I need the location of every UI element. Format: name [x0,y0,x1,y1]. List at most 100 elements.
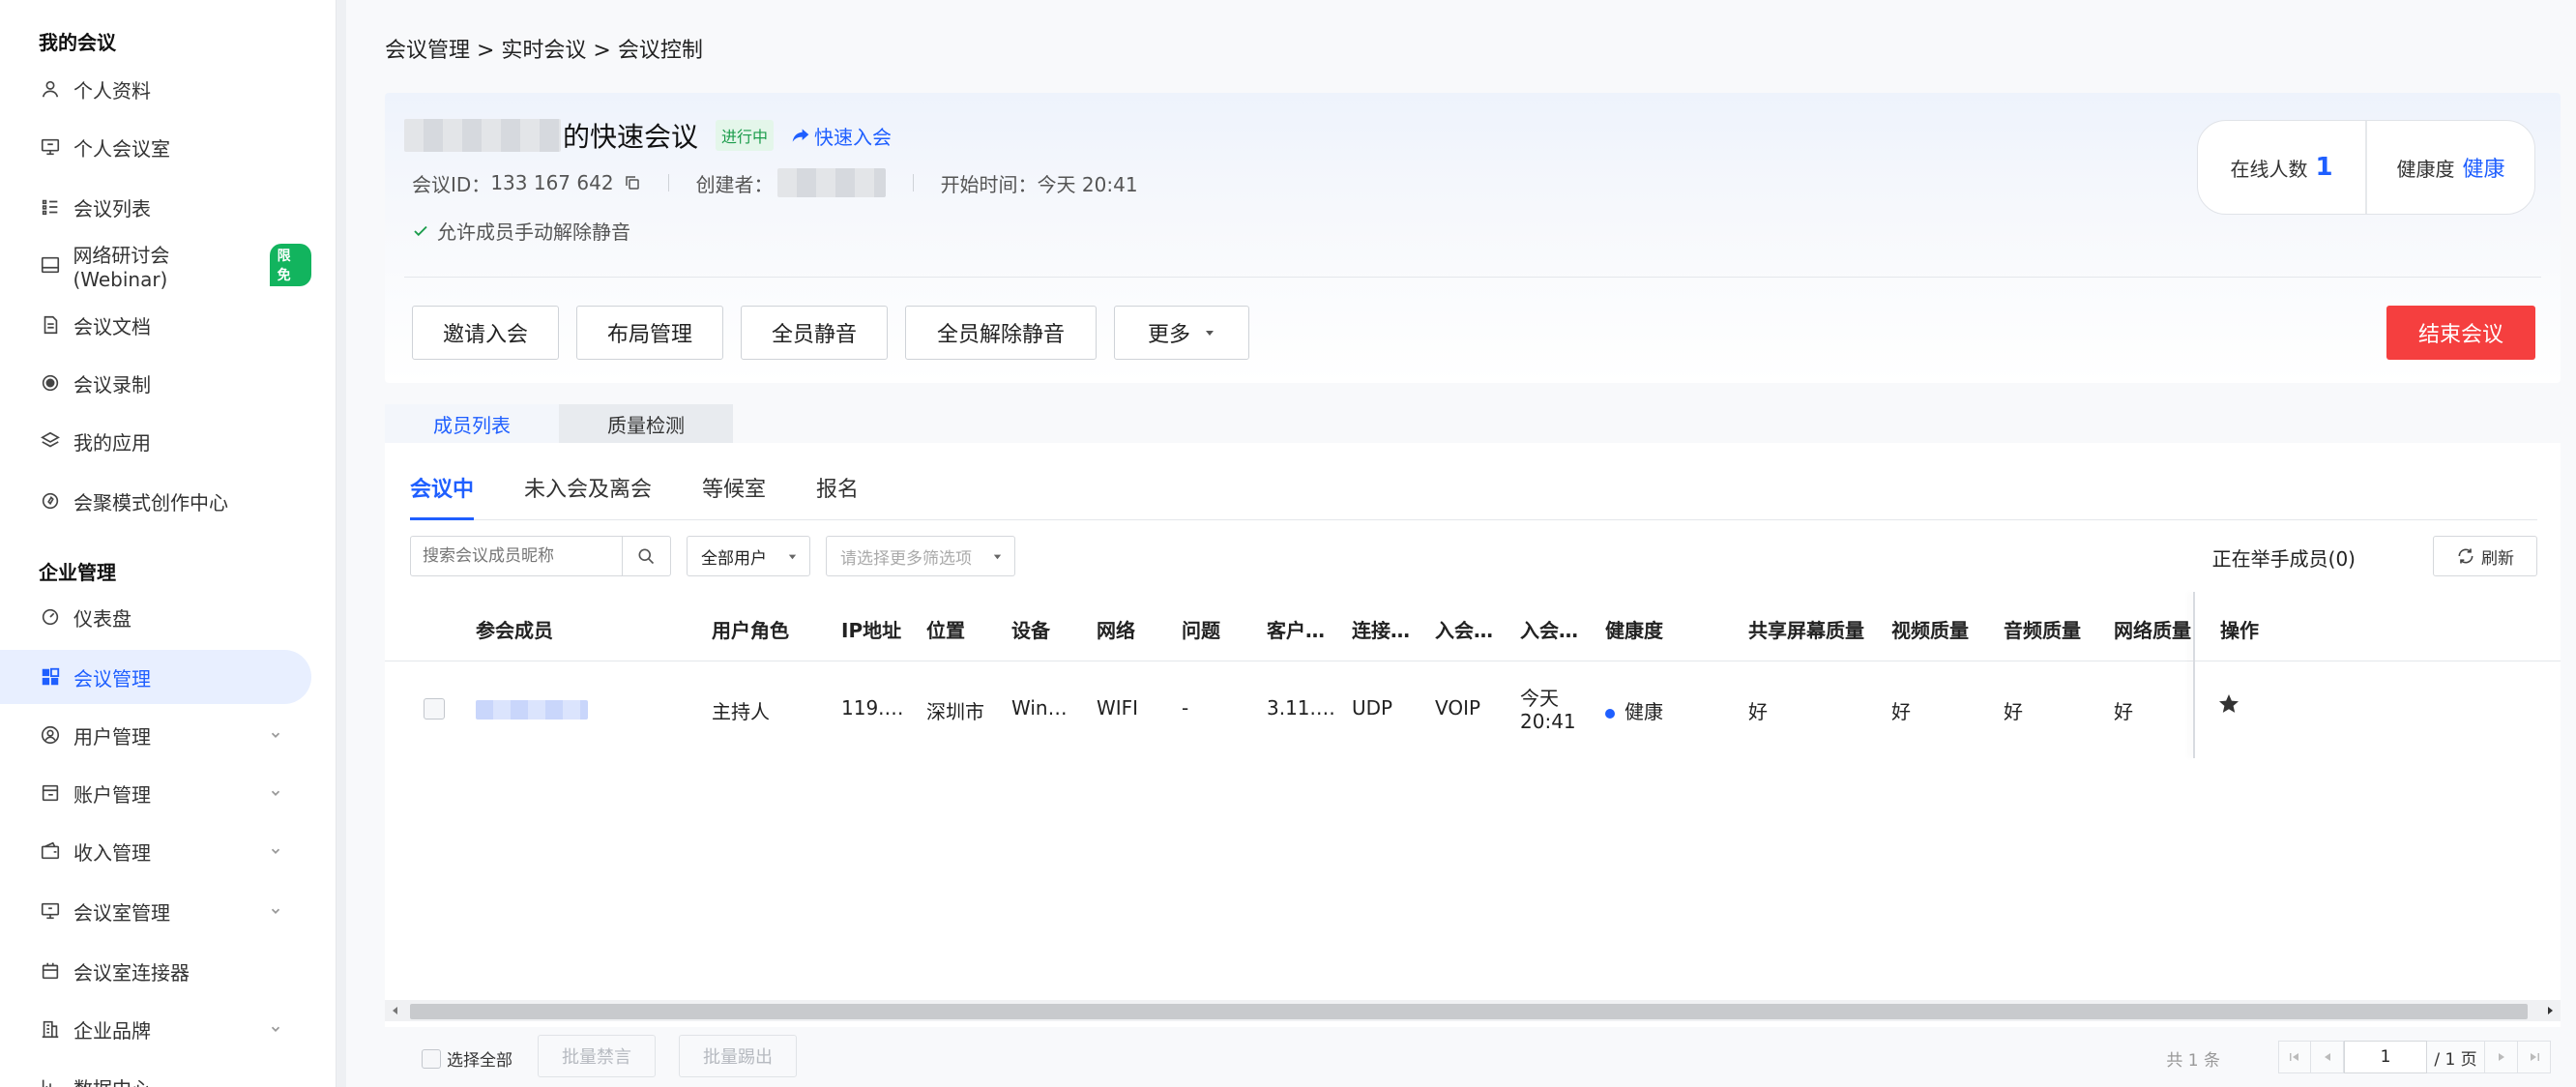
wallet-icon [39,839,62,863]
end-meeting-button[interactable]: 结束会议 [2386,306,2535,360]
sidebar: 我的会议 个人资料 个人会议室 会议列表 网络研讨会(Webinar) 限免 会… [0,0,337,1087]
sidebar-item-user-management[interactable]: 用户管理 [0,708,311,762]
scrollbar-thumb[interactable] [410,1004,2528,1019]
sidebar-item-label: 网络研讨会(Webinar) [73,243,170,291]
invite-button[interactable]: 邀请入会 [412,306,559,360]
mute-all-button[interactable]: 全员静音 [741,306,888,360]
more-filters-select[interactable]: 请选择更多筛选项 [826,536,1015,576]
cell-health: 健康 [1605,696,1721,724]
refresh-button[interactable]: 刷新 [2433,536,2537,576]
creator-label: 创建者： [695,172,774,196]
account-icon [39,781,62,805]
meeting-header-card: 的快速会议 进行中 快速入会 会议ID： 133 167 642 创建者： 开始… [385,93,2561,383]
monitor-icon [39,135,62,159]
divider [667,174,669,191]
unmute-all-button[interactable]: 全员解除静音 [905,306,1097,360]
divider [912,174,914,191]
sidebar-item-meeting-list[interactable]: 会议列表 [0,180,311,234]
refresh-label: 刷新 [2481,548,2514,568]
tab-member-list[interactable]: 成员列表 [385,404,559,443]
more-button[interactable]: 更多 [1114,306,1249,360]
tab-quality-check[interactable]: 质量检测 [559,404,733,443]
status-badge: 进行中 [716,120,775,151]
meeting-id-value: 133 167 642 [490,171,614,194]
prev-page-icon[interactable] [2311,1041,2344,1073]
sidebar-item-revenue-management[interactable]: 收入管理 [0,824,311,878]
cell-audio-quality: 好 [2004,700,2023,723]
batch-remove-button[interactable]: 批量踢出 [679,1035,797,1077]
scroll-left-icon[interactable] [389,1004,402,1017]
meeting-stats: 在线人数 1 健康度 健康 [2197,120,2535,215]
sidebar-item-dashboard[interactable]: 仪表盘 [0,590,311,644]
divider [404,277,2541,278]
member-list-card: 会议中 未入会及离会 等候室 报名 全部用户 请选择更多筛选项 正在举手成员(0… [385,443,2561,1027]
col-share-quality: 共享屏幕质量 [1748,619,1864,642]
sidebar-item-label: 个人资料 [73,78,151,103]
sidebar-item-brand[interactable]: 企业品牌 [0,1002,311,1056]
sidebar-item-documents[interactable]: 会议文档 [0,298,311,352]
batch-mute-button[interactable]: 批量禁言 [538,1035,656,1077]
search-input[interactable] [411,545,622,567]
section-tabs: 成员列表 质量检测 [385,404,733,443]
start-time-label: 开始时间： [940,172,1038,196]
blurred-member-name [476,700,588,720]
free-badge: 限免 [269,244,312,286]
layers-icon [39,429,62,453]
tab-registration[interactable]: 报名 [816,472,859,520]
horizontal-scrollbar[interactable] [385,1000,2561,1021]
filter-row: 全部用户 请选择更多筛选项 正在举手成员(0) 刷新 [410,536,2537,576]
row-checkbox[interactable] [424,698,445,720]
next-page-icon[interactable] [2485,1041,2518,1073]
webinar-icon [39,253,61,277]
sidebar-item-meeting-management[interactable]: 会议管理 [0,650,311,704]
select-all[interactable]: 选择全部 [422,1046,512,1071]
cell-location: 深圳市 [926,700,984,723]
col-audio-quality: 音频质量 [2004,619,2081,642]
copy-icon[interactable] [624,174,641,191]
chevron-down-icon [269,904,282,918]
sidebar-item-account-management[interactable]: 账户管理 [0,766,311,820]
refresh-icon [2456,546,2481,566]
sidebar-item-profile[interactable]: 个人资料 [0,62,311,116]
layout-button[interactable]: 布局管理 [576,306,723,360]
cell-issue: - [1182,696,1189,720]
tab-waiting-room[interactable]: 等候室 [702,472,766,520]
col-device: 设备 [1011,619,1050,642]
sidebar-item-label: 会议管理 [73,666,151,690]
table-row: 主持人 119.… 深圳市 Win… WIFI - 3.11.… UDP VOI… [385,661,2561,758]
select-all-label: 选择全部 [447,1051,512,1071]
tab-in-meeting[interactable]: 会议中 [410,472,475,520]
tab-not-joined[interactable]: 未入会及离会 [524,472,652,520]
check-icon [412,222,437,240]
scroll-right-icon[interactable] [2543,1004,2557,1017]
sidebar-item-data-center[interactable]: 数据中心 [0,1060,311,1087]
user-type-value: 全部用户 [701,548,767,569]
sidebar-item-recording[interactable]: 会议录制 [0,356,311,410]
col-health: 健康度 [1605,619,1663,642]
sidebar-item-room-connector[interactable]: 会议室连接器 [0,944,311,998]
sidebar-item-my-apps[interactable]: 我的应用 [0,414,311,468]
star-icon[interactable] [2217,692,2240,720]
last-page-icon[interactable] [2518,1041,2551,1073]
quick-join-link[interactable]: 快速入会 [791,122,892,150]
health-label: 健康度 [2396,157,2455,181]
cell-connection: UDP [1352,696,1393,720]
cell-join-time-clock: 20:41 [1520,710,1576,733]
sidebar-item-personal-room[interactable]: 个人会议室 [0,120,311,174]
page-total: / 1 页 [2427,1041,2485,1073]
sidebar-item-room-management[interactable]: 会议室管理 [0,884,311,938]
page-input[interactable]: 1 [2344,1041,2427,1073]
col-connection: 连接… [1352,619,1410,642]
cell-join-type: VOIP [1435,696,1481,720]
sidebar-item-webinar[interactable]: 网络研讨会(Webinar) 限免 [0,238,312,292]
online-label: 在线人数 [2230,157,2308,181]
sidebar-scrollbar[interactable] [337,0,346,1087]
building-icon [39,1017,62,1041]
col-network-quality: 网络质量 [2114,619,2191,642]
first-page-icon[interactable] [2278,1041,2311,1073]
sidebar-item-label: 我的应用 [73,430,151,455]
sidebar-item-creation-center[interactable]: 会聚模式创作中心 [0,474,311,528]
user-type-select[interactable]: 全部用户 [687,536,810,576]
select-all-checkbox[interactable] [422,1048,441,1069]
search-icon[interactable] [622,537,668,575]
